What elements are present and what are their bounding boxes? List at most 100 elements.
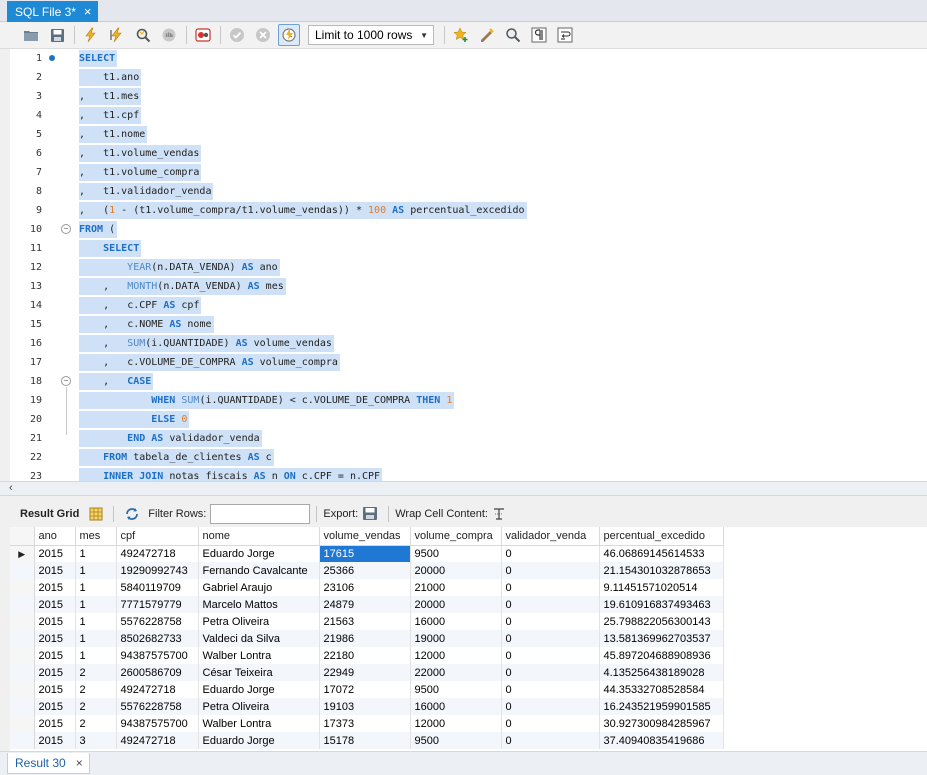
table-cell[interactable]: Gabriel Araujo <box>198 579 320 596</box>
grid-view-icon[interactable] <box>89 507 103 521</box>
table-cell[interactable]: Eduardo Jorge <box>198 732 320 749</box>
table-cell[interactable]: 9.11451571020514 <box>599 579 724 596</box>
table-cell[interactable]: 94387575700 <box>116 715 199 732</box>
panel-splitter[interactable]: ‹ <box>0 481 927 496</box>
stop-icon[interactable] <box>158 24 180 46</box>
table-cell[interactable]: 1 <box>75 647 117 664</box>
table-cell[interactable]: 5576228758 <box>116 613 199 630</box>
table-cell[interactable]: 21986 <box>319 630 411 647</box>
table-row[interactable]: 2015 2 94387575700 Walber Lontra 17373 12000 0… <box>10 715 724 732</box>
table-cell[interactable]: 1 <box>75 579 117 596</box>
table-row[interactable]: 2015 3 492472718 Eduardo Jorge 15178 9500 0 37.… <box>10 732 724 749</box>
table-cell[interactable]: 2 <box>75 715 117 732</box>
table-cell[interactable]: 0 <box>501 579 600 596</box>
table-cell[interactable]: 1 <box>75 596 117 613</box>
table-cell[interactable]: 5840119709 <box>116 579 199 596</box>
column-header[interactable]: ano <box>34 527 76 546</box>
table-row[interactable]: 2015 1 94387575700 Walber Lontra 22180 12000 0… <box>10 647 724 664</box>
table-cell[interactable]: 17373 <box>319 715 411 732</box>
sql-editor[interactable]: 1 2 3 4 5 6 7 8 9 10 − 11 12 13 14 15 16… <box>10 49 927 481</box>
table-cell[interactable]: 0 <box>501 613 600 630</box>
table-cell[interactable]: 9500 <box>410 681 502 698</box>
table-cell[interactable]: 2 <box>75 664 117 681</box>
table-row[interactable]: ▶ 2015 1 492472718 Eduardo Jorge 17615 9500 0 46… <box>10 545 724 562</box>
table-cell[interactable]: 1 <box>75 630 117 647</box>
autocommit-icon[interactable] <box>278 24 300 46</box>
execute-icon[interactable] <box>80 24 102 46</box>
chevron-left-icon[interactable]: ‹ <box>9 482 13 495</box>
table-cell[interactable]: 2015 <box>34 647 76 664</box>
table-cell[interactable]: 25.798822056300143 <box>599 613 724 630</box>
row-header[interactable] <box>10 664 35 681</box>
table-cell[interactable]: 0 <box>501 698 600 715</box>
table-cell[interactable]: 24879 <box>319 596 411 613</box>
row-header[interactable] <box>10 579 35 596</box>
table-cell[interactable]: 2015 <box>34 732 76 749</box>
table-cell[interactable]: 45.897204688908936 <box>599 647 724 664</box>
table-cell[interactable]: 0 <box>501 647 600 664</box>
table-cell[interactable]: 2 <box>75 698 117 715</box>
table-cell[interactable]: 17615 <box>319 545 411 562</box>
table-cell[interactable]: 19103 <box>319 698 411 715</box>
table-cell[interactable]: 20000 <box>410 596 502 613</box>
table-cell[interactable]: 1 <box>75 613 117 630</box>
column-header[interactable]: volume_vendas <box>319 527 411 546</box>
table-cell[interactable]: 492472718 <box>116 545 199 562</box>
table-cell[interactable]: Eduardo Jorge <box>198 545 320 562</box>
table-cell[interactable]: Petra Oliveira <box>198 698 320 715</box>
result-grid[interactable]: ano mes cpf nome volume_vendas volume_co… <box>10 527 927 751</box>
row-header[interactable] <box>10 613 35 630</box>
table-cell[interactable]: 17072 <box>319 681 411 698</box>
table-cell[interactable]: Valdeci da Silva <box>198 630 320 647</box>
column-header[interactable]: volume_compra <box>410 527 502 546</box>
table-cell[interactable]: 2 <box>75 681 117 698</box>
table-cell[interactable]: 2015 <box>34 596 76 613</box>
row-header[interactable] <box>10 596 35 613</box>
table-cell[interactable]: Walber Lontra <box>198 647 320 664</box>
table-cell[interactable]: 2015 <box>34 715 76 732</box>
table-cell[interactable]: 44.35332708528584 <box>599 681 724 698</box>
table-cell[interactable]: 16000 <box>410 698 502 715</box>
table-cell[interactable]: 2015 <box>34 630 76 647</box>
table-cell[interactable]: 8502682733 <box>116 630 199 647</box>
table-cell[interactable]: 1 <box>75 562 117 579</box>
table-row[interactable]: 2015 2 5576228758 Petra Oliveira 19103 16000 0… <box>10 698 724 715</box>
close-icon[interactable]: × <box>84 5 92 18</box>
table-cell[interactable]: 19.610916837493463 <box>599 596 724 613</box>
table-row[interactable]: 2015 1 5576228758 Petra Oliveira 21563 16000 0… <box>10 613 724 630</box>
table-cell[interactable]: 1 <box>75 545 117 562</box>
table-cell[interactable]: 492472718 <box>116 732 199 749</box>
row-header[interactable]: ▶ <box>10 545 35 562</box>
execute-statement-icon[interactable] <box>106 24 128 46</box>
table-cell[interactable]: 21563 <box>319 613 411 630</box>
table-row[interactable]: 2015 1 19290992743 Fernando Cavalcante 25366… <box>10 562 724 579</box>
find-icon[interactable] <box>502 24 524 46</box>
table-cell[interactable]: 0 <box>501 732 600 749</box>
refresh-icon[interactable] <box>124 507 140 521</box>
wrap-icon[interactable] <box>554 24 576 46</box>
table-cell[interactable]: 0 <box>501 715 600 732</box>
table-cell[interactable]: 37.40940835419686 <box>599 732 724 749</box>
wrap-cell-icon[interactable] <box>492 507 506 521</box>
toggle-error-icon[interactable] <box>192 24 214 46</box>
column-header[interactable]: mes <box>75 527 117 546</box>
row-header[interactable] <box>10 698 35 715</box>
table-cell[interactable]: 2015 <box>34 664 76 681</box>
table-cell[interactable]: 0 <box>501 630 600 647</box>
table-cell[interactable]: Petra Oliveira <box>198 613 320 630</box>
table-cell[interactable]: 4.135256438189028 <box>599 664 724 681</box>
table-cell[interactable]: 46.06869145614533 <box>599 545 724 562</box>
export-icon[interactable] <box>362 506 378 521</box>
table-cell[interactable]: 16000 <box>410 613 502 630</box>
table-cell[interactable]: 94387575700 <box>116 647 199 664</box>
table-cell[interactable]: 2600586709 <box>116 664 199 681</box>
table-cell[interactable]: 22000 <box>410 664 502 681</box>
table-cell[interactable]: 20000 <box>410 562 502 579</box>
table-cell[interactable]: 2015 <box>34 545 76 562</box>
table-cell[interactable]: 2015 <box>34 681 76 698</box>
table-cell[interactable]: 7771579779 <box>116 596 199 613</box>
table-row[interactable]: 2015 1 7771579779 Marcelo Mattos 24879 20000 0… <box>10 596 724 613</box>
table-cell[interactable]: 21000 <box>410 579 502 596</box>
row-header[interactable] <box>10 562 35 579</box>
row-header[interactable] <box>10 630 35 647</box>
